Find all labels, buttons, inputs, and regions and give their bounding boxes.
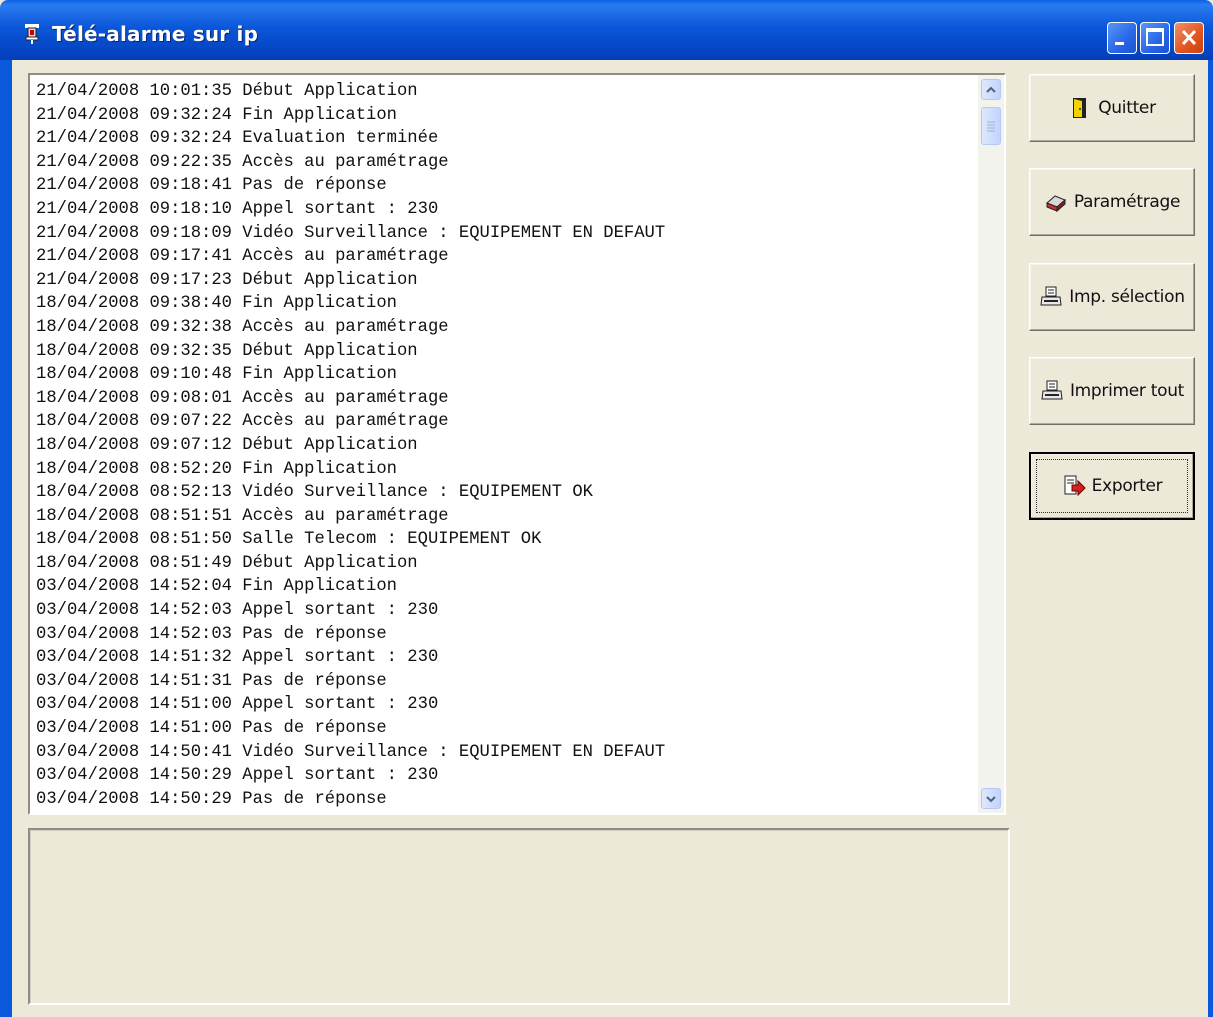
minimize-button[interactable] bbox=[1107, 22, 1137, 54]
focus-rectangle bbox=[1036, 459, 1188, 513]
log-line[interactable]: 18/04/2008 09:07:12 Début Application bbox=[36, 434, 976, 458]
log-line[interactable]: 03/04/2008 14:51:00 Pas de réponse bbox=[36, 717, 976, 741]
chevron-up-icon bbox=[986, 86, 996, 93]
scroll-up-button[interactable] bbox=[981, 79, 1001, 100]
log-line[interactable]: 21/04/2008 09:18:41 Pas de réponse bbox=[36, 174, 976, 198]
log-line[interactable]: 21/04/2008 09:17:41 Accès au paramétrage bbox=[36, 245, 976, 269]
print-selection-button[interactable]: Imp. sélection bbox=[1029, 263, 1195, 331]
log-line[interactable]: 18/04/2008 08:51:49 Début Application bbox=[36, 552, 976, 576]
log-line[interactable]: 18/04/2008 09:32:35 Début Application bbox=[36, 340, 976, 364]
log-line[interactable]: 18/04/2008 08:51:50 Salle Telecom : EQUI… bbox=[36, 528, 976, 552]
window-frame-left bbox=[0, 60, 12, 1017]
log-line[interactable]: 03/04/2008 14:52:03 Appel sortant : 230 bbox=[36, 599, 976, 623]
print-all-label: Imprimer tout bbox=[1069, 381, 1185, 401]
log-line[interactable]: 21/04/2008 10:01:35 Début Application bbox=[36, 80, 976, 104]
log-line[interactable]: 18/04/2008 09:08:01 Accès au paramétrage bbox=[36, 387, 976, 411]
message-panel bbox=[28, 828, 1010, 1005]
vertical-scrollbar[interactable] bbox=[978, 75, 1004, 813]
log-line[interactable]: 03/04/2008 14:50:29 Pas de réponse bbox=[36, 788, 976, 812]
quit-button[interactable]: Quitter bbox=[1029, 74, 1195, 142]
log-line[interactable]: 18/04/2008 09:32:38 Accès au paramétrage bbox=[36, 316, 976, 340]
print-all-button[interactable]: Imprimer tout bbox=[1029, 357, 1195, 425]
log-line[interactable]: 03/04/2008 14:52:04 Fin Application bbox=[36, 575, 976, 599]
window-frame-right bbox=[1208, 60, 1213, 1017]
printer-icon bbox=[1040, 286, 1062, 306]
log-line[interactable]: 18/04/2008 08:51:51 Accès au paramétrage bbox=[36, 505, 976, 529]
minimize-icon bbox=[1115, 42, 1124, 45]
maximize-icon bbox=[1146, 28, 1164, 46]
event-log-lines: 21/04/2008 10:01:35 Début Application 21… bbox=[36, 80, 976, 811]
window-title: Télé-alarme sur ip bbox=[52, 22, 259, 46]
log-line[interactable]: 21/04/2008 09:18:10 Appel sortant : 230 bbox=[36, 198, 976, 222]
maximize-button[interactable] bbox=[1140, 22, 1170, 54]
event-log-list[interactable]: 21/04/2008 10:01:35 Début Application 21… bbox=[28, 73, 1006, 815]
log-line[interactable]: 03/04/2008 14:52:03 Pas de réponse bbox=[36, 623, 976, 647]
log-line[interactable]: 18/04/2008 09:10:48 Fin Application bbox=[36, 363, 976, 387]
log-line[interactable]: 03/04/2008 14:51:00 Appel sortant : 230 bbox=[36, 693, 976, 717]
print-selection-label: Imp. sélection bbox=[1069, 287, 1185, 307]
log-line[interactable]: 03/04/2008 14:50:29 Appel sortant : 230 bbox=[36, 764, 976, 788]
scroll-thumb[interactable] bbox=[981, 107, 1001, 145]
door-exit-icon bbox=[1073, 98, 1087, 118]
app-window: Télé-alarme sur ip 21/04/2008 10:01:35 D… bbox=[0, 0, 1213, 1017]
siren-app-icon bbox=[25, 24, 39, 44]
settings-button[interactable]: Paramétrage bbox=[1029, 168, 1195, 236]
log-line[interactable]: 21/04/2008 09:22:35 Accès au paramétrage bbox=[36, 151, 976, 175]
log-line[interactable]: 03/04/2008 14:51:31 Pas de réponse bbox=[36, 670, 976, 694]
log-line[interactable]: 21/04/2008 09:17:23 Début Application bbox=[36, 269, 976, 293]
printer-icon bbox=[1041, 380, 1063, 400]
close-button[interactable] bbox=[1174, 22, 1204, 54]
log-line[interactable]: 18/04/2008 08:52:20 Fin Application bbox=[36, 458, 976, 482]
log-line[interactable]: 03/04/2008 14:51:32 Appel sortant : 230 bbox=[36, 646, 976, 670]
grip-icon bbox=[987, 121, 995, 132]
log-line[interactable]: 18/04/2008 09:38:40 Fin Application bbox=[36, 292, 976, 316]
quit-label: Quitter bbox=[1098, 98, 1156, 118]
log-line[interactable]: 18/04/2008 09:07:22 Accès au paramétrage bbox=[36, 410, 976, 434]
export-button[interactable]: Exporter bbox=[1029, 452, 1195, 520]
scroll-down-button[interactable] bbox=[981, 788, 1001, 809]
settings-eraser-icon bbox=[1045, 195, 1066, 213]
log-line[interactable]: 21/04/2008 09:32:24 Evaluation terminée bbox=[36, 127, 976, 151]
title-bar[interactable]: Télé-alarme sur ip bbox=[0, 0, 1213, 60]
log-line[interactable]: 03/04/2008 14:50:41 Vidéo Surveillance :… bbox=[36, 741, 976, 765]
log-line[interactable]: 21/04/2008 09:32:24 Fin Application bbox=[36, 104, 976, 128]
log-line[interactable]: 18/04/2008 08:52:13 Vidéo Surveillance :… bbox=[36, 481, 976, 505]
log-line[interactable]: 21/04/2008 09:18:09 Vidéo Surveillance :… bbox=[36, 222, 976, 246]
chevron-down-icon bbox=[986, 796, 996, 803]
settings-label: Paramétrage bbox=[1073, 192, 1181, 212]
close-icon bbox=[1181, 29, 1197, 46]
